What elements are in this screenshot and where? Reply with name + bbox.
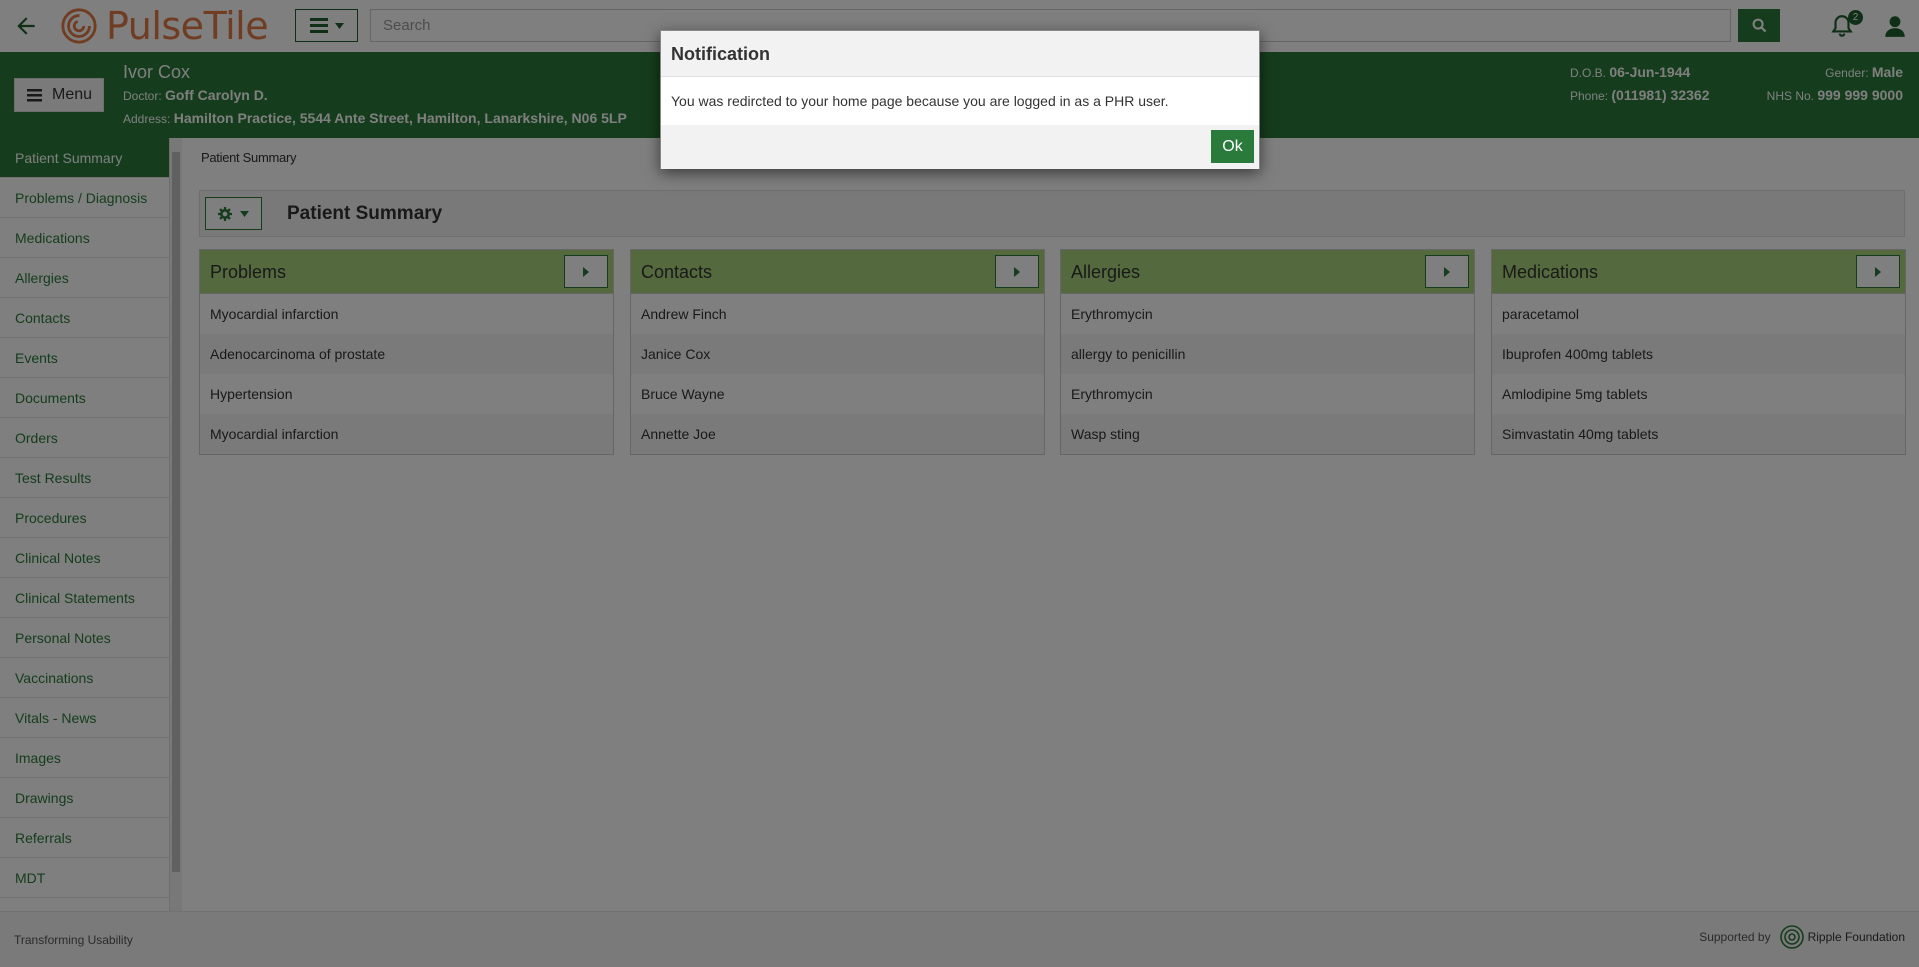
- modal-message: You was redircted to your home page beca…: [671, 93, 1169, 109]
- ok-button[interactable]: Ok: [1211, 130, 1254, 163]
- modal-title: Notification: [661, 31, 1259, 77]
- notification-modal: Notification You was redircted to your h…: [660, 30, 1260, 169]
- modal-footer: Ok: [661, 125, 1259, 169]
